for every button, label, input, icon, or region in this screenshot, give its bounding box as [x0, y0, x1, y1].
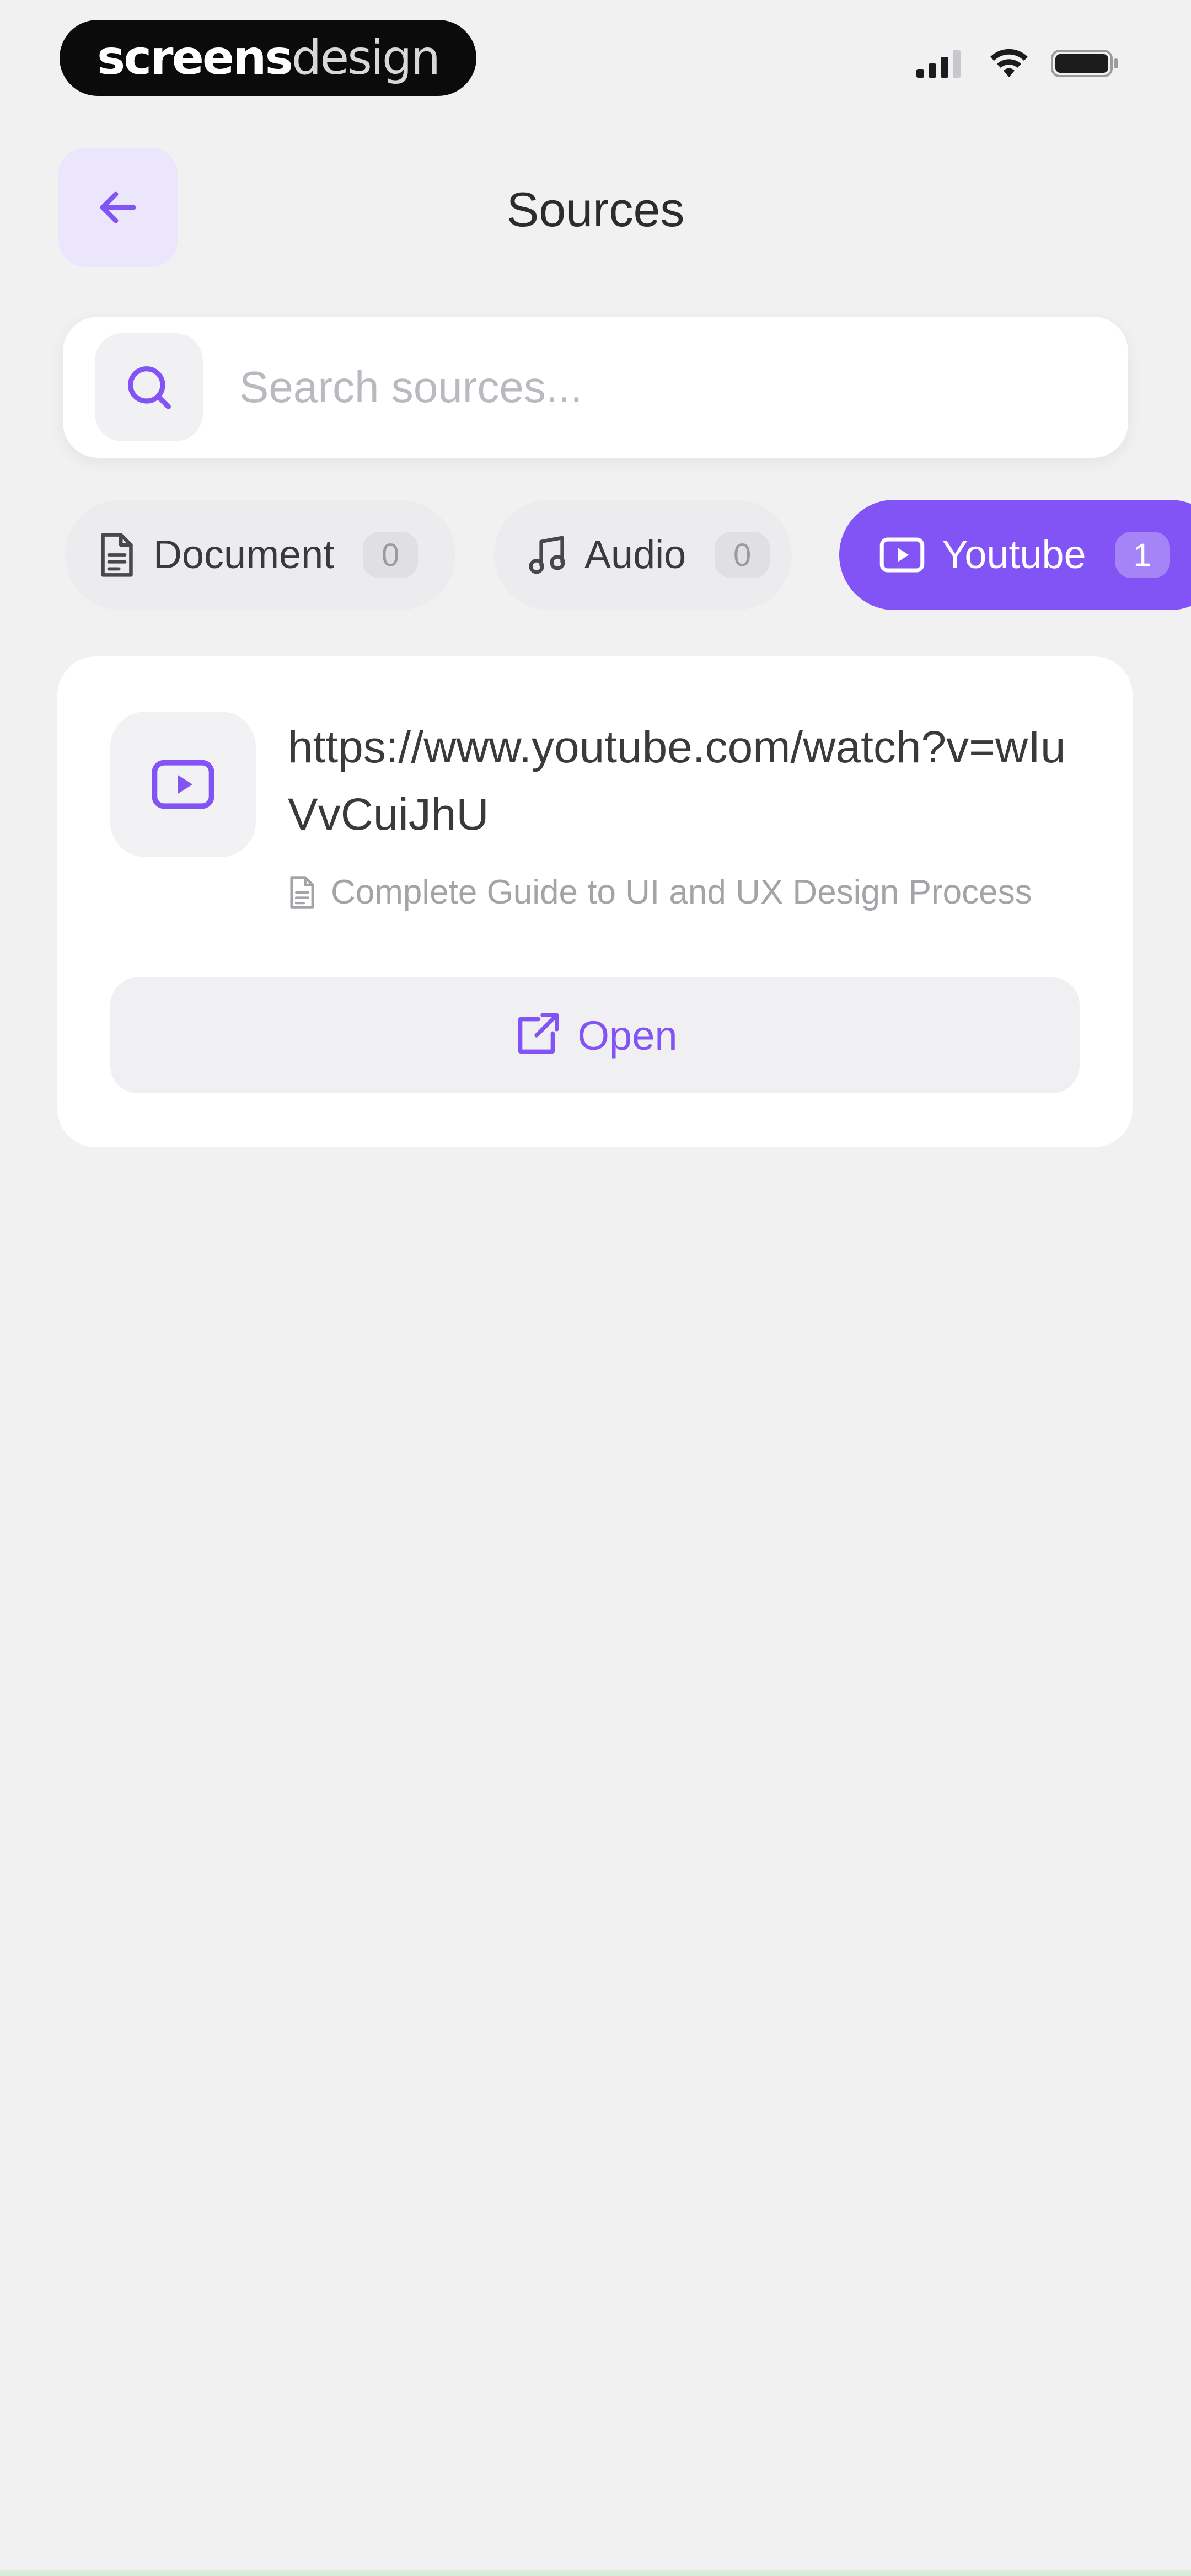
tab-document-label: Document — [153, 533, 335, 577]
source-document: Complete Guide to UI and UX Design Proce… — [288, 873, 1032, 912]
brand-badge: screensdesign — [60, 20, 476, 96]
search-icon-container — [95, 333, 203, 441]
search-input[interactable] — [238, 343, 1098, 431]
tab-youtube[interactable]: Youtube 1 — [839, 500, 1191, 610]
video-icon — [152, 760, 214, 809]
tab-document-count: 0 — [363, 532, 419, 578]
bottom-edge — [0, 2570, 1191, 2576]
page-title: Sources — [506, 182, 685, 237]
search-bar[interactable] — [63, 317, 1128, 458]
tab-audio-count: 0 — [715, 532, 770, 578]
external-link-icon — [518, 1013, 559, 1054]
cellular-signal-icon — [916, 50, 961, 78]
battery-icon — [1051, 50, 1118, 77]
tab-youtube-label: Youtube — [942, 533, 1086, 577]
brand-light-text: design — [291, 30, 441, 85]
open-source-button[interactable]: Open — [110, 977, 1080, 1093]
tab-audio-label: Audio — [584, 533, 686, 577]
tab-audio[interactable]: Audio 0 — [494, 500, 792, 610]
status-bar: screensdesign — [0, 0, 1191, 121]
source-card: https://www.youtube.com/watch?v=wIuVvCui… — [57, 656, 1133, 1147]
source-document-title: Complete Guide to UI and UX Design Proce… — [331, 873, 1032, 911]
tab-youtube-count: 1 — [1114, 532, 1170, 578]
source-type-icon-container — [110, 712, 256, 857]
brand-bold-text: screens — [97, 30, 293, 85]
wifi-icon — [990, 49, 1028, 77]
search-icon — [128, 366, 171, 409]
video-icon — [879, 537, 925, 573]
status-icons — [916, 49, 1119, 78]
music-note-icon — [529, 536, 565, 574]
open-button-label: Open — [577, 1012, 678, 1059]
document-icon — [290, 875, 314, 909]
tab-document[interactable]: Document 0 — [65, 500, 455, 610]
document-icon — [101, 533, 133, 577]
source-url[interactable]: https://www.youtube.com/watch?v=wIuVvCui… — [288, 714, 1082, 848]
sources-screen: screensdesign Sources Search sources... … — [0, 0, 1191, 2576]
